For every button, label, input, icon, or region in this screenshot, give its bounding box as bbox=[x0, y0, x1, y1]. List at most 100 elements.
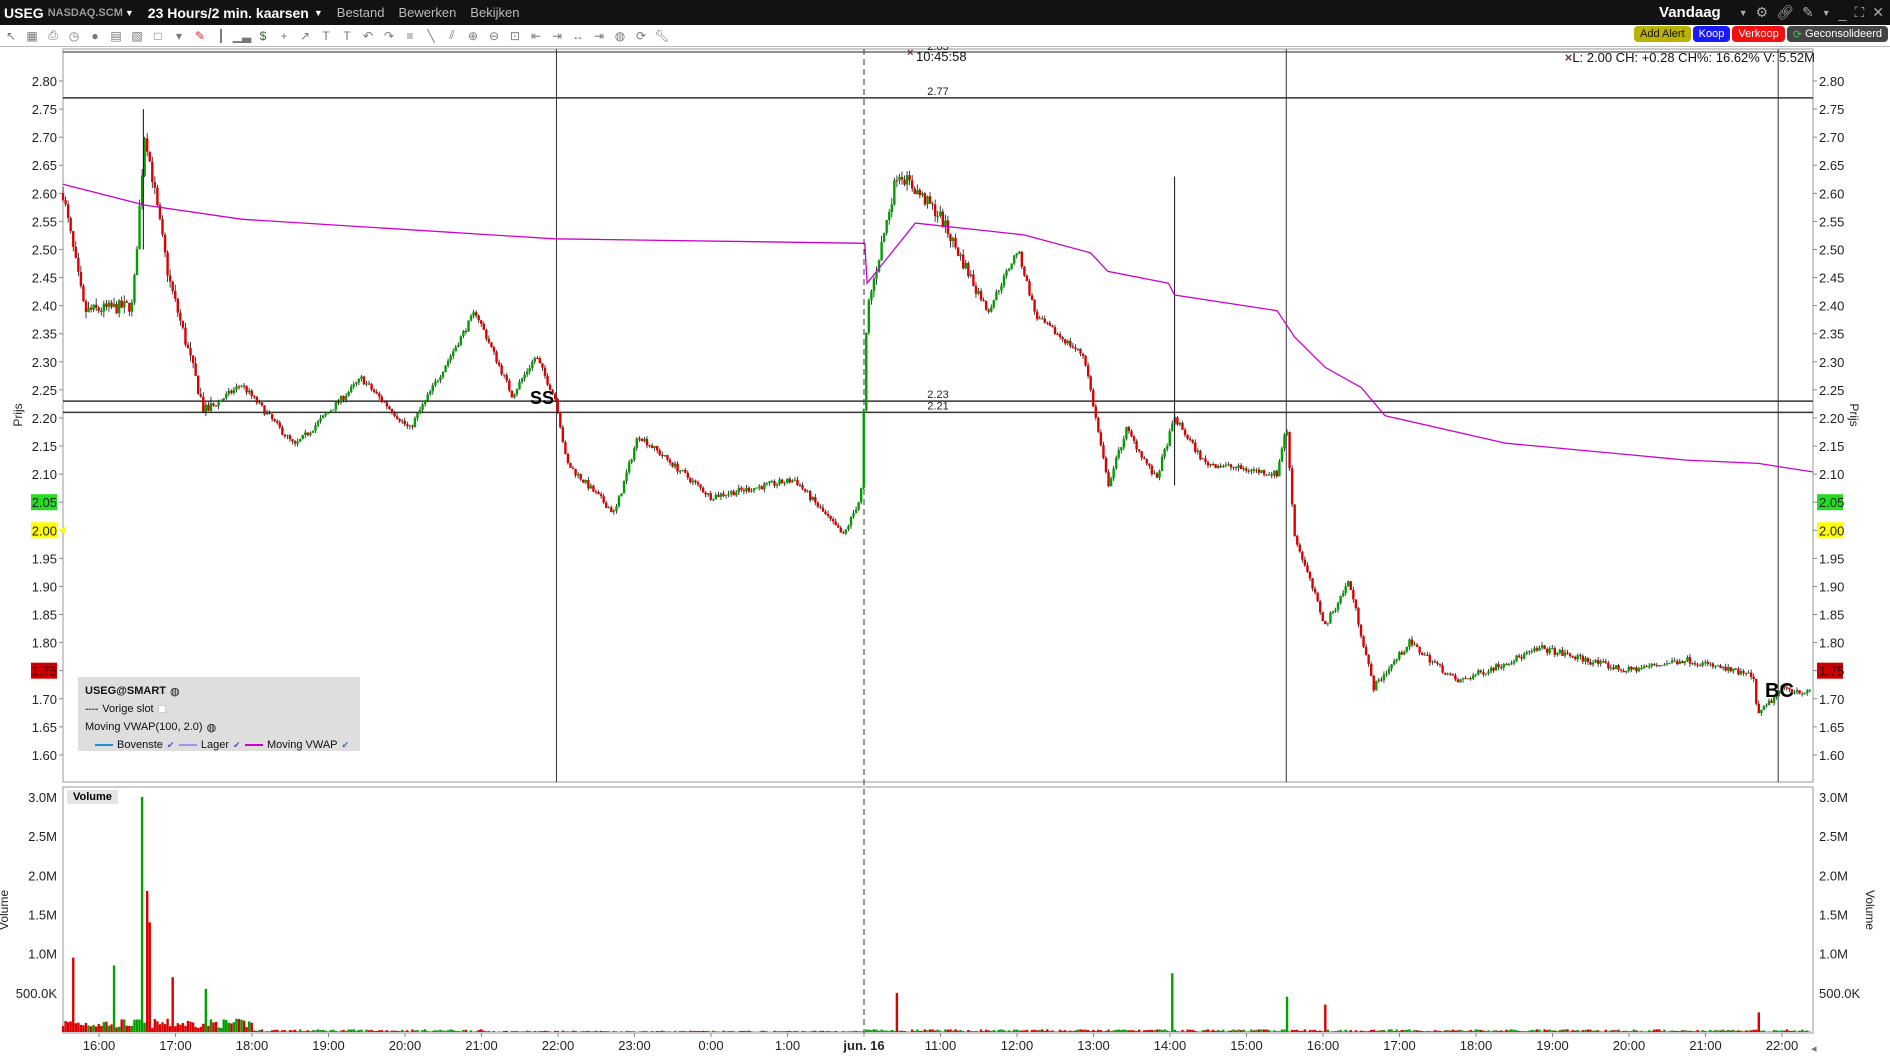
scroll-right-icon[interactable]: ⇥ bbox=[550, 29, 564, 43]
period-selector[interactable]: 23 Hours/2 min. kaarsen bbox=[148, 5, 309, 21]
candle-down bbox=[64, 200, 67, 205]
price-volume-chart[interactable]: 2.80 2.80 2.75 2.75 2.70 2.70 2.65 2.65 2.60 2.60… bbox=[0, 0, 1890, 1060]
menu-bewerken[interactable]: Bewerken bbox=[398, 5, 456, 20]
bovenste-checkbox[interactable]: ✔ bbox=[167, 741, 175, 750]
volume-bar bbox=[612, 1030, 616, 1032]
candle-down bbox=[72, 231, 75, 247]
zoom-in-icon[interactable]: ⊕ bbox=[466, 29, 480, 43]
candle-down bbox=[128, 302, 131, 312]
candle-up bbox=[706, 493, 710, 495]
candle-down bbox=[956, 247, 960, 256]
volume-icon[interactable]: ▁▃ bbox=[233, 29, 251, 43]
candle-up bbox=[627, 462, 631, 473]
candle-down bbox=[694, 480, 697, 483]
chart-legend[interactable]: USEG@SMART ◍ ╌╌ Vorige slot Moving VWAP(10… bbox=[78, 677, 360, 751]
exchange-label[interactable]: NASDAQ.SCM bbox=[48, 7, 123, 19]
volume-bar bbox=[1173, 1029, 1177, 1032]
circle-icon[interactable]: ● bbox=[88, 29, 102, 43]
scroll-left-icon[interactable]: ⇤ bbox=[529, 29, 543, 43]
candle-up bbox=[854, 509, 858, 514]
chevron-down-icon[interactable]: ▼ bbox=[314, 8, 323, 18]
globe-icon[interactable]: ◍ bbox=[613, 29, 627, 43]
refresh-icon[interactable]: ⟳ bbox=[634, 29, 648, 43]
sell-button[interactable]: Verkoop bbox=[1732, 26, 1785, 42]
volume-bar bbox=[283, 1030, 287, 1032]
chevron-down-icon[interactable]: ▼ bbox=[1739, 8, 1748, 18]
candle-up bbox=[1701, 662, 1704, 666]
bars-icon[interactable]: ┃ bbox=[214, 29, 228, 43]
candle-up bbox=[528, 368, 531, 372]
zoom-out-icon[interactable]: ⊖ bbox=[487, 29, 501, 43]
candle-up bbox=[1522, 654, 1526, 659]
candle-up bbox=[1377, 679, 1381, 681]
volume-bar bbox=[811, 1030, 814, 1032]
candle-up bbox=[1387, 668, 1391, 674]
expand-icon[interactable]: ↔ bbox=[571, 29, 585, 43]
fib-icon[interactable]: ≡ bbox=[403, 29, 417, 43]
grid-icon[interactable]: ▦ bbox=[25, 29, 39, 43]
clock-icon[interactable]: ◷ bbox=[67, 29, 81, 43]
vwap-checkbox[interactable]: ✔ bbox=[342, 741, 350, 750]
price-tick-label: 2.25 bbox=[1819, 383, 1844, 398]
volume-bar bbox=[678, 1031, 682, 1032]
volume-bar bbox=[196, 1027, 200, 1032]
menu-bekijken[interactable]: Bekijken bbox=[470, 5, 519, 20]
maximize-icon[interactable]: ⛶ bbox=[1854, 4, 1864, 21]
close-icon[interactable]: ✕ bbox=[1872, 4, 1884, 21]
candle-up bbox=[1551, 648, 1554, 650]
globe-icon[interactable]: ◍ bbox=[207, 721, 217, 734]
undo-icon[interactable]: ↶ bbox=[361, 29, 375, 43]
volume-bar bbox=[1709, 1029, 1712, 1032]
text-delete-icon[interactable]: T bbox=[340, 29, 354, 43]
volume-bar bbox=[186, 1020, 190, 1032]
text-icon[interactable]: T bbox=[319, 29, 333, 43]
candle-down bbox=[1092, 390, 1095, 407]
redo-icon[interactable]: ↷ bbox=[382, 29, 396, 43]
print-icon[interactable]: ⎙ bbox=[46, 28, 60, 43]
range-selector[interactable]: Vandaag bbox=[1659, 4, 1721, 21]
channel-icon[interactable]: ⫽ bbox=[445, 28, 459, 43]
candle-down bbox=[1234, 467, 1238, 469]
globe-icon[interactable]: ◍ bbox=[170, 685, 180, 698]
pin-icon[interactable]: ✎ bbox=[1802, 4, 1814, 21]
lager-checkbox[interactable]: ✔ bbox=[233, 741, 241, 750]
candle-down bbox=[1058, 334, 1062, 338]
chevron-down-icon[interactable]: ▼ bbox=[1822, 8, 1831, 18]
buy-button[interactable]: Koop bbox=[1692, 26, 1731, 42]
zoom-fit-icon[interactable]: ⊡ bbox=[508, 29, 522, 43]
pencil-icon[interactable]: ✎ bbox=[193, 29, 207, 43]
square-icon[interactable]: □ bbox=[151, 29, 165, 43]
link-icon[interactable]: 🔗︎ bbox=[1776, 4, 1794, 21]
prev-close-checkbox[interactable] bbox=[157, 705, 166, 713]
candle-up bbox=[1466, 678, 1470, 680]
layout-icon[interactable]: ▤ bbox=[109, 29, 123, 43]
volume-bar bbox=[607, 1031, 610, 1032]
line-icon[interactable]: ╲ bbox=[424, 29, 438, 43]
menu-bestand[interactable]: Bestand bbox=[337, 5, 385, 20]
candle-up bbox=[755, 487, 758, 489]
minimize-icon[interactable]: _ bbox=[1839, 5, 1847, 21]
time-tick-label: 16:00 bbox=[83, 1038, 116, 1053]
consolidated-button[interactable]: ⟳ Geconsolideerd bbox=[1786, 26, 1888, 42]
dollar-icon[interactable]: $ bbox=[256, 29, 270, 43]
volume-bar bbox=[1273, 1030, 1276, 1032]
symbol-selector[interactable]: USEG bbox=[4, 5, 44, 21]
candle-up bbox=[332, 409, 335, 411]
cursor-icon[interactable]: ↖ bbox=[4, 29, 18, 43]
volume-bar bbox=[553, 1030, 557, 1032]
candle-down bbox=[1155, 473, 1159, 478]
chart-type-icon[interactable]: ▧ bbox=[130, 29, 144, 43]
crosshair-icon[interactable]: + bbox=[277, 29, 291, 43]
arrow-icon[interactable]: ↗ bbox=[298, 29, 312, 43]
candle-up bbox=[1227, 464, 1230, 466]
candle-down bbox=[281, 427, 284, 435]
candle-up bbox=[765, 482, 769, 484]
volume-bar bbox=[689, 1030, 692, 1032]
end-icon[interactable]: ⇥ bbox=[592, 29, 606, 43]
dropdown-icon[interactable]: ▾ bbox=[172, 29, 186, 43]
chevron-down-icon[interactable]: ▼ bbox=[125, 8, 134, 18]
gear-icon[interactable]: ⚙ bbox=[1756, 4, 1769, 21]
volume-bar bbox=[1007, 1030, 1011, 1032]
add-alert-button[interactable]: Add Alert bbox=[1634, 26, 1691, 42]
wrench-icon[interactable]: 🔧︎ bbox=[654, 29, 669, 43]
